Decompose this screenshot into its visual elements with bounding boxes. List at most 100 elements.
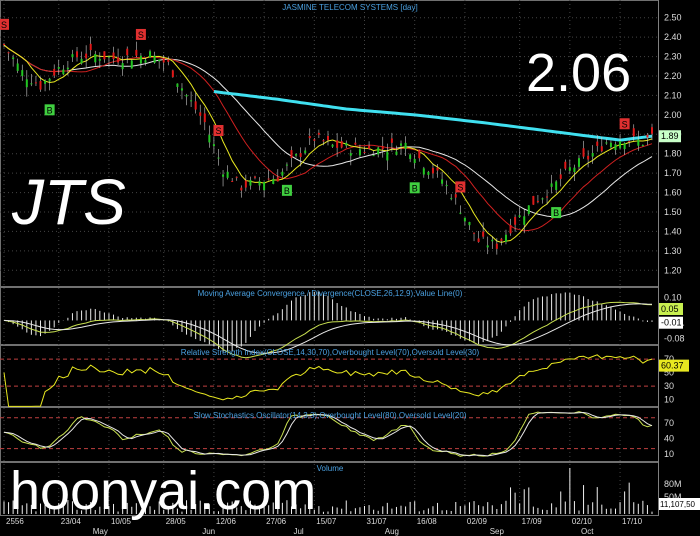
- candle-body: [226, 171, 229, 178]
- candle-body: [609, 142, 612, 148]
- candle-body: [317, 132, 320, 135]
- candle-body: [495, 243, 498, 249]
- candle-body: [85, 53, 88, 59]
- candle-body: [21, 70, 24, 77]
- rsi-value-label: 60.37: [661, 361, 684, 371]
- candle-body: [190, 100, 193, 102]
- macd-panel-title: Moving Average Convergence / Divergence(…: [198, 289, 463, 298]
- stoch-tick-label: 10: [664, 449, 674, 459]
- candle-body: [80, 58, 83, 64]
- candle-body: [126, 48, 129, 56]
- candle-body: [7, 52, 10, 54]
- last-price-overlay: 2.06: [526, 43, 632, 103]
- candle-body: [641, 144, 644, 146]
- candle-body: [217, 157, 220, 159]
- candle-body: [130, 60, 133, 69]
- candle-body: [527, 205, 530, 214]
- candle-body: [249, 179, 252, 186]
- x-date-label: 16/08: [417, 517, 438, 526]
- candle-body: [16, 63, 19, 71]
- x-date-label: 31/07: [367, 517, 388, 526]
- candle-body: [212, 144, 215, 147]
- candle-body: [628, 140, 631, 142]
- candle-body: [112, 52, 115, 60]
- x-date-label: 02/10: [572, 517, 593, 526]
- price-tick-label: 2.00: [664, 110, 682, 120]
- candle-body: [349, 153, 352, 156]
- candle-body: [404, 142, 407, 150]
- candle-body: [94, 53, 97, 63]
- candle-body: [313, 139, 316, 141]
- candle-body: [48, 78, 51, 82]
- candle-body: [623, 143, 626, 150]
- candle-body: [281, 171, 284, 176]
- signal-label: B: [412, 183, 418, 193]
- candle-body: [587, 155, 590, 160]
- signal-label: B: [284, 186, 290, 196]
- signal-label: S: [622, 119, 628, 129]
- candle-body: [445, 184, 448, 187]
- candle-body: [600, 146, 603, 152]
- candle-body: [637, 139, 640, 146]
- last-price-tag-label: 1.89: [661, 131, 679, 141]
- signal-label: S: [215, 126, 221, 136]
- candle-body: [153, 55, 156, 63]
- rsi-panel-title: Relative Strength Index(CLOSE,14,30,70),…: [181, 348, 480, 357]
- candle-body: [651, 127, 653, 134]
- candle-body: [632, 128, 635, 137]
- price-tick-label: 1.30: [664, 246, 682, 256]
- candle-body: [596, 141, 599, 146]
- candle-body: [450, 198, 453, 200]
- candle-body: [199, 112, 202, 116]
- x-month-label: Sep: [490, 527, 505, 536]
- stoch-tick-label: 70: [664, 418, 674, 428]
- candle-body: [473, 232, 476, 234]
- candle-body: [358, 149, 361, 156]
- candle-body: [258, 181, 261, 186]
- candle-body: [518, 215, 521, 218]
- x-month-label: May: [93, 527, 108, 536]
- candle-body: [276, 177, 279, 182]
- price-tick-label: 1.50: [664, 207, 682, 217]
- candle-body: [231, 181, 234, 183]
- candle-body: [468, 222, 471, 226]
- rsi-line: [3, 354, 653, 407]
- candle-body: [121, 63, 124, 70]
- candle-body: [30, 83, 33, 85]
- candle-body: [295, 154, 298, 156]
- candle-body: [57, 67, 60, 69]
- candle-body: [3, 43, 5, 46]
- price-tick-label: 2.30: [664, 52, 682, 62]
- candle-body: [345, 142, 348, 146]
- candle-body: [514, 216, 517, 225]
- candle-body: [194, 101, 197, 110]
- candle-body: [436, 167, 439, 171]
- price-tick-label: 2.20: [664, 71, 682, 81]
- candle-body: [290, 150, 293, 158]
- candle-body: [203, 113, 206, 123]
- candle-body: [322, 140, 325, 142]
- candle-body: [244, 180, 247, 188]
- watermark: hoonyai.com: [10, 461, 317, 521]
- signal-label: B: [553, 208, 559, 218]
- candle-body: [98, 58, 101, 61]
- candle-body: [39, 81, 42, 90]
- candle-body: [550, 183, 553, 187]
- candle-body: [523, 216, 526, 225]
- candle-body: [555, 181, 558, 190]
- candle-body: [577, 158, 580, 167]
- candle-body: [381, 146, 384, 150]
- candle-body: [591, 152, 594, 157]
- x-month-label: Jul: [293, 527, 303, 536]
- candle-body: [263, 181, 266, 191]
- candle-body: [285, 164, 288, 166]
- candle-body: [71, 54, 74, 58]
- candle-body: [176, 83, 179, 87]
- candle-body: [409, 154, 412, 159]
- signal-label: B: [47, 105, 53, 115]
- candle-body: [253, 176, 256, 178]
- macd-tick-label: 0.10: [664, 293, 682, 303]
- macd-signal-label: -0.01: [661, 318, 682, 328]
- candle-body: [368, 146, 371, 149]
- signal-label: S: [457, 182, 463, 192]
